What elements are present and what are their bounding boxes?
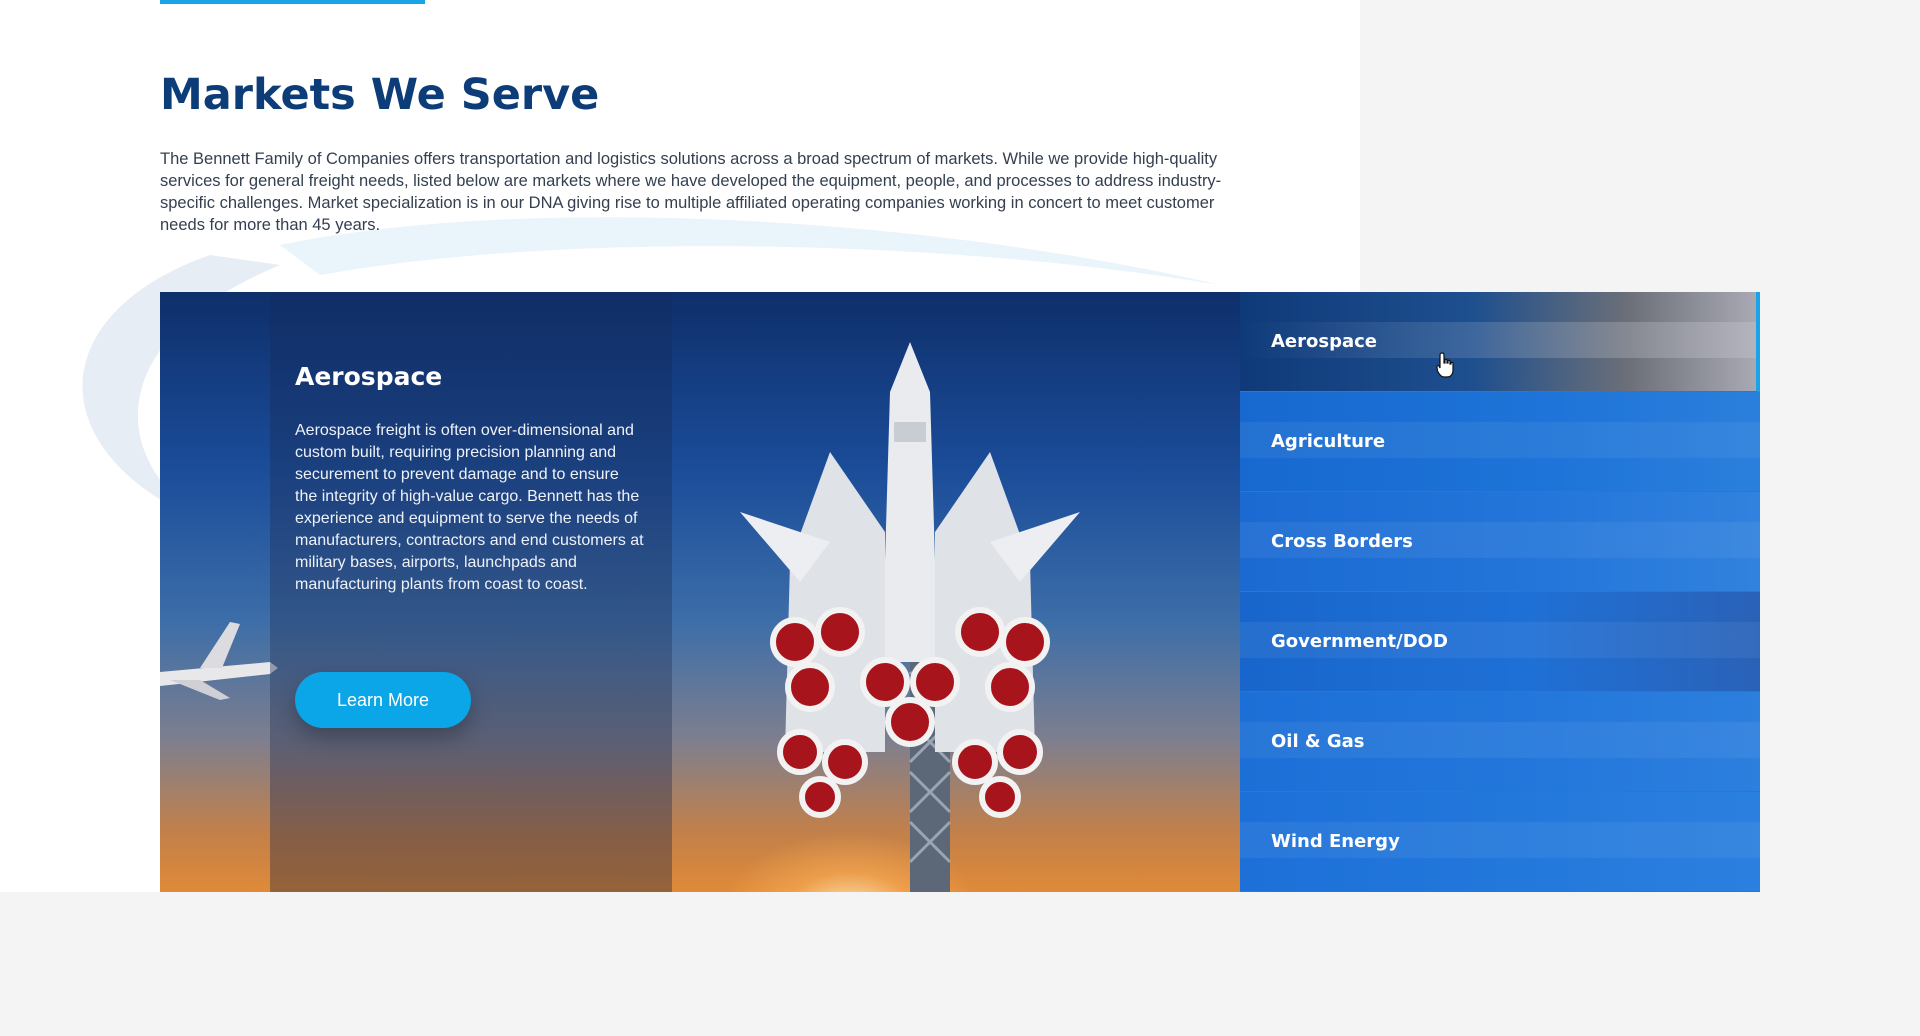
market-item-label: Aerospace	[1271, 331, 1378, 352]
learn-more-button[interactable]: Learn More	[295, 672, 471, 728]
market-item-label: Government/DOD	[1271, 631, 1448, 652]
market-feature: Aerospace Aerospace freight is often ove…	[160, 292, 1240, 892]
markets-list: Aerospace Agriculture Cross Borders Gove…	[1240, 292, 1760, 892]
market-item-oil-gas[interactable]: Oil & Gas	[1240, 692, 1760, 792]
market-item-label: Oil & Gas	[1271, 731, 1365, 752]
hand-pointer-icon	[1436, 352, 1454, 378]
market-item-wind-energy[interactable]: Wind Energy	[1240, 792, 1760, 892]
market-item-label: Wind Energy	[1271, 831, 1400, 852]
market-item-cross-borders[interactable]: Cross Borders	[1240, 492, 1760, 592]
feature-description: Aerospace freight is often over-dimensio…	[295, 422, 644, 593]
feature-title: Aerospace	[295, 362, 443, 391]
market-item-government-dod[interactable]: Government/DOD	[1240, 592, 1760, 692]
market-item-agriculture[interactable]: Agriculture	[1240, 392, 1760, 492]
intro-paragraph: The Bennett Family of Companies offers t…	[160, 150, 1222, 234]
top-accent-bar	[160, 0, 425, 4]
market-item-label: Cross Borders	[1271, 531, 1413, 552]
jet-plane-image	[160, 622, 278, 700]
page-title: Markets We Serve	[160, 70, 600, 120]
market-item-label: Agriculture	[1271, 431, 1386, 452]
market-item-aerospace[interactable]: Aerospace	[1240, 292, 1760, 392]
rocket-image	[740, 342, 1080, 892]
